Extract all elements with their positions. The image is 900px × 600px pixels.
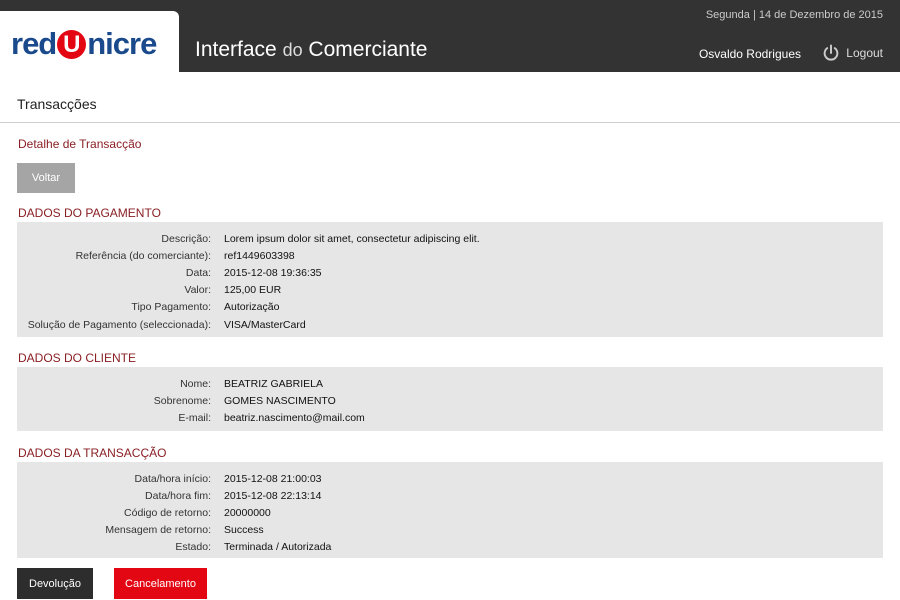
detail-row: Data/hora fim: 2015-12-08 22:13:14 — [17, 487, 883, 504]
detail-row: Estado: Terminada / Autorizada — [17, 539, 883, 556]
section-title-payment: DADOS DO PAGAMENTO — [18, 206, 161, 220]
field-value: Terminada / Autorizada — [224, 541, 332, 554]
field-label: Mensagem de retorno: — [105, 524, 211, 537]
detail-row: Descrição: Lorem ipsum dolor sit amet, co… — [17, 230, 883, 247]
field-value: ref1449603398 — [224, 249, 295, 262]
field-value: BEATRIZ GABRIELA — [224, 377, 323, 390]
logout-button[interactable]: Logout — [822, 44, 883, 62]
field-label: Código de retorno: — [124, 506, 211, 519]
app-title: Interface do Comerciante — [195, 38, 427, 62]
field-label: Sobrenome: — [153, 394, 211, 407]
field-label: Referência (do comerciante): — [75, 249, 211, 262]
app-title-b: do — [282, 40, 303, 60]
field-label: Data: — [185, 266, 211, 279]
section-title-client: DADOS DO CLIENTE — [18, 351, 137, 365]
field-value: 2015-12-08 19:36:35 — [224, 266, 322, 279]
app-title-a: Interface — [195, 38, 283, 61]
page-title: Transacções — [17, 96, 97, 112]
client-panel: Nome: BEATRIZ GABRIELA Sobrenome: GOMES NA… — [17, 367, 883, 431]
detail-row: Tipo Pagamento: Autorização — [17, 299, 883, 316]
field-label: Data/hora início: — [134, 472, 211, 485]
logo-container: red Unicre — [0, 11, 179, 72]
logout-label: Logout — [846, 46, 883, 60]
field-label: Nome: — [180, 377, 211, 390]
field-label: Estado: — [175, 541, 211, 554]
power-icon — [823, 44, 839, 61]
detail-row: Valor: 125,00 EUR — [17, 282, 883, 299]
field-value: GOMES NASCIMENTO — [224, 394, 336, 407]
field-value: VISA/MasterCard — [224, 318, 306, 331]
back-button[interactable]: Voltar — [17, 163, 75, 193]
logo-part-red: red — [11, 26, 57, 61]
field-value: 2015-12-08 22:13:14 — [224, 489, 322, 502]
payment-panel: Descrição: Lorem ipsum dolor sit amet, co… — [17, 222, 883, 337]
app-title-c: Comerciante — [302, 38, 428, 61]
transaction-panel: Data/hora início: 2015-12-08 21:00:03 Dat… — [17, 462, 883, 558]
field-value: Success — [224, 524, 264, 537]
field-label: Data/hora fim: — [145, 489, 211, 502]
field-value: Lorem ipsum dolor sit amet, consectetur … — [224, 232, 480, 245]
page-subtitle: Detalhe de Transacção — [18, 137, 142, 151]
field-value[interactable]: beatriz.nascimento@mail.com — [224, 412, 365, 424]
detail-row: Sobrenome: GOMES NASCIMENTO — [17, 392, 883, 409]
detail-row: E-mail: beatriz.nascimento@mail.com — [17, 409, 883, 426]
field-value: Autorização — [224, 301, 280, 314]
detail-row: Referência (do comerciante): ref144960339… — [17, 247, 883, 264]
field-label: Descrição: — [161, 232, 211, 245]
detail-row: Código de retorno: 20000000 — [17, 504, 883, 521]
logo-part-nicre: nicre — [87, 26, 157, 61]
detail-row: Mensagem de retorno: Success — [17, 522, 883, 539]
detail-row: Data/hora início: 2015-12-08 21:00:03 — [17, 470, 883, 487]
detail-row: Solução de Pagamento (seleccionada): VISA… — [17, 316, 883, 333]
refund-button[interactable]: Devolução — [17, 568, 93, 599]
field-value: 20000000 — [224, 506, 271, 519]
field-label: Tipo Pagamento: — [131, 301, 211, 314]
cancel-button[interactable]: Cancelamento — [114, 568, 207, 599]
top-header: red Unicre Interface do Comerciante Segun… — [0, 0, 900, 72]
logo-part-u: U — [57, 29, 87, 59]
section-title-transaction: DADOS DA TRANSACÇÃO — [18, 446, 167, 460]
field-label: E-mail: — [178, 411, 211, 424]
detail-row: Nome: BEATRIZ GABRIELA — [17, 375, 883, 392]
redunicre-logo[interactable]: red Unicre — [11, 26, 157, 61]
field-label: Valor: — [184, 284, 211, 297]
field-label: Solução de Pagamento (seleccionada): — [27, 318, 211, 331]
current-date: Segunda | 14 de Dezembro de 2015 — [705, 9, 883, 21]
title-divider — [0, 122, 900, 123]
user-name[interactable]: Osvaldo Rodrigues — [699, 47, 801, 61]
field-value: 2015-12-08 21:00:03 — [224, 472, 322, 485]
field-value: 125,00 EUR — [224, 284, 282, 297]
detail-row: Data: 2015-12-08 19:36:35 — [17, 264, 883, 281]
